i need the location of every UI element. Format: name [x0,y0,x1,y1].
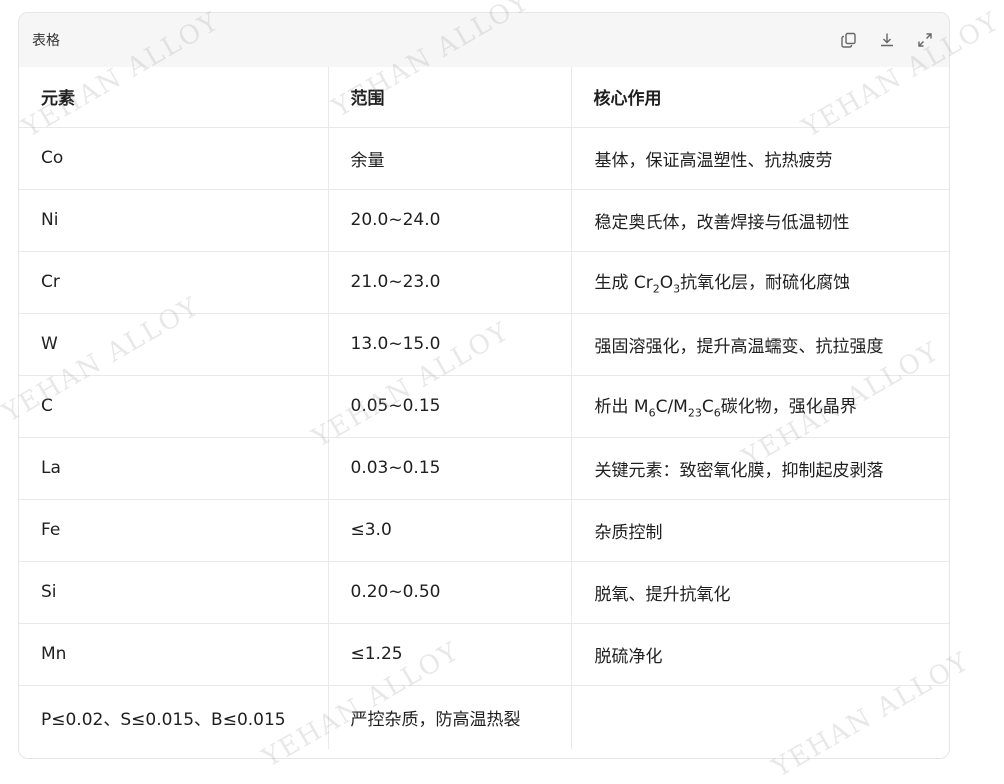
cell-element: Co [19,127,329,190]
effect-text: C [701,397,714,418]
cell-range: 严控杂质，防高温热裂 [328,685,572,749]
composition-table: 元素 范围 核心作用 Co 余量 基体，保证高温塑性、抗热疲劳 Ni 20.0~… [19,67,949,749]
table-row: La 0.03~0.15 关键元素：致密氧化膜，抑制起皮剥落 [19,437,949,500]
table-row: Fe ≤3.0 杂质控制 [19,499,949,562]
table-panel: 表格 元素 范围 核心作用 Co 余量 基体，保证高温塑性、抗热疲劳 Ni 20… [18,12,950,759]
effect-text: 抗氧化层，耐硫化腐蚀 [680,273,851,294]
cell-effect: 脱氧、提升抗氧化 [571,561,949,624]
effect-text: O [659,273,674,294]
cell-effect [571,685,949,749]
cell-effect: 析出 M6C/M23C6碳化物，强化晶界 [571,375,949,438]
cell-element: Fe [19,499,329,562]
cell-element: C [19,375,329,438]
effect-text: 碳化物，强化晶界 [720,397,857,418]
cell-effect: 脱硫净化 [571,623,949,686]
cell-range: 20.0~24.0 [328,189,572,252]
table-row: W 13.0~15.0 强固溶强化，提升高温蠕变、抗拉强度 [19,313,949,376]
cell-effect: 强固溶强化，提升高温蠕变、抗拉强度 [571,313,949,376]
cell-effect: 稳定奥氏体，改善焊接与低温韧性 [571,189,949,252]
cell-effect: 关键元素：致密氧化膜，抑制起皮剥落 [571,437,949,500]
download-icon[interactable] [875,28,899,52]
cell-effect: 杂质控制 [571,499,949,562]
cell-element: W [19,313,329,376]
cell-range: ≤1.25 [328,623,572,686]
cell-range: 13.0~15.0 [328,313,572,376]
effect-text: 析出 M [594,397,649,418]
panel-actions [837,28,937,52]
cell-effect: 生成 Cr2O3抗氧化层，耐硫化腐蚀 [571,251,949,314]
effect-text: 生成 Cr [594,273,653,294]
cell-effect: 基体，保证高温塑性、抗热疲劳 [571,127,949,190]
header-element: 元素 [19,67,329,128]
table-header-row: 元素 范围 核心作用 [19,67,949,128]
table-row: Si 0.20~0.50 脱氧、提升抗氧化 [19,561,949,624]
header-range: 范围 [328,67,572,128]
subscript: 6 [648,406,656,420]
table-row: Cr 21.0~23.0 生成 Cr2O3抗氧化层，耐硫化腐蚀 [19,251,949,314]
cell-element: Si [19,561,329,624]
subscript: 6 [713,406,721,420]
panel-title: 表格 [32,33,60,49]
cell-element: La [19,437,329,500]
cell-range: 0.20~0.50 [328,561,572,624]
table-row: Co 余量 基体，保证高温塑性、抗热疲劳 [19,127,949,190]
table-row: Mn ≤1.25 脱硫净化 [19,623,949,686]
subscript: 23 [687,406,702,420]
table-row: Ni 20.0~24.0 稳定奥氏体，改善焊接与低温韧性 [19,189,949,252]
table-row: P≤0.02、S≤0.015、B≤0.015 严控杂质，防高温热裂 [19,685,949,749]
panel-header: 表格 [19,13,949,67]
cell-element: P≤0.02、S≤0.015、B≤0.015 [19,685,329,749]
cell-element: Ni [19,189,329,252]
cell-range: 21.0~23.0 [328,251,572,314]
cell-range: 余量 [328,127,572,190]
table-row: C 0.05~0.15 析出 M6C/M23C6碳化物，强化晶界 [19,375,949,438]
subscript: 2 [652,282,660,296]
effect-text: C/M [655,397,688,418]
cell-element: Cr [19,251,329,314]
expand-icon[interactable] [913,28,937,52]
header-effect: 核心作用 [571,67,949,128]
cell-range: 0.03~0.15 [328,437,572,500]
cell-range: ≤3.0 [328,499,572,562]
copy-icon[interactable] [837,28,861,52]
cell-element: Mn [19,623,329,686]
cell-range: 0.05~0.15 [328,375,572,438]
